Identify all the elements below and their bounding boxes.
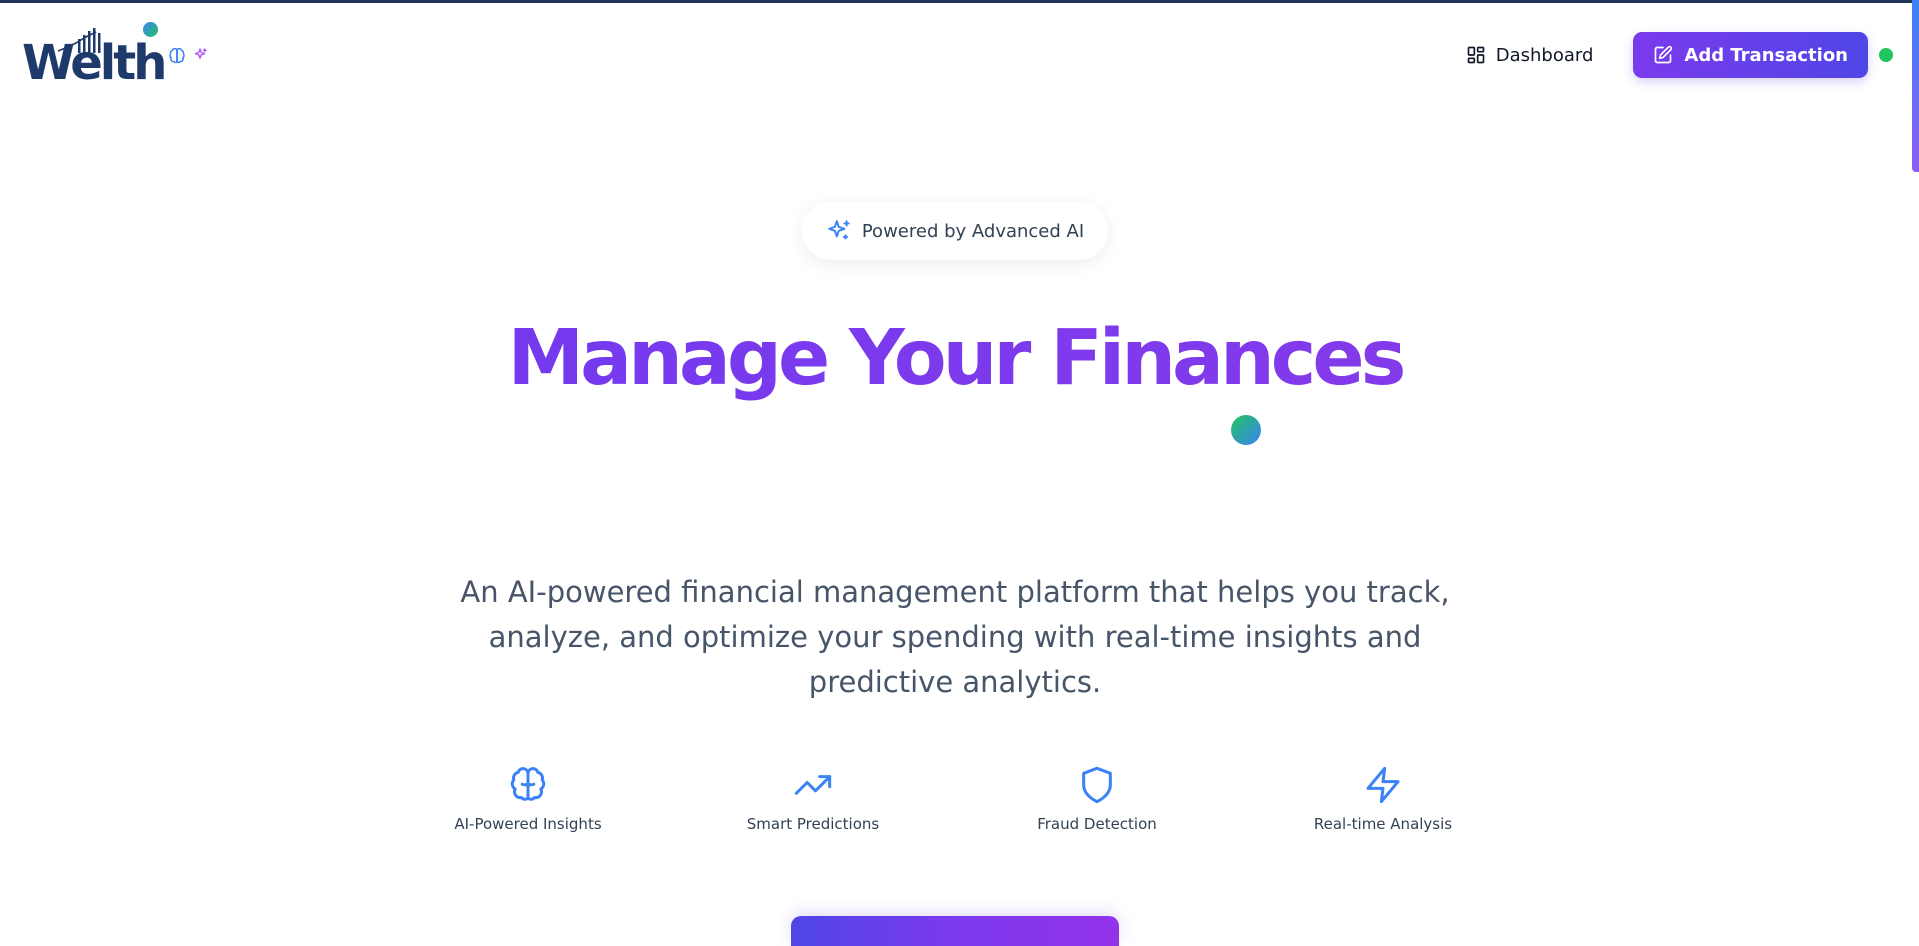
add-transaction-label: Add Transaction <box>1684 44 1848 66</box>
add-transaction-button[interactable]: Add Transaction <box>1633 32 1868 78</box>
sparkle-icon <box>194 48 207 59</box>
feature-fraud-detection: Fraud Detection <box>987 765 1207 833</box>
feature-ai-insights: AI-Powered Insights <box>418 765 638 833</box>
brain-icon <box>510 767 546 801</box>
feature-realtime-analysis: Real-time Analysis <box>1273 765 1493 833</box>
sparkles-icon <box>828 220 850 240</box>
layout-grid-icon <box>1467 46 1485 64</box>
online-status-dot <box>1879 48 1893 62</box>
feature-smart-predictions: Smart Predictions <box>703 765 923 833</box>
feature-label: Smart Predictions <box>746 815 880 833</box>
logo-badges <box>168 47 208 67</box>
site-header: Welth Dashboard Add Transaction <box>0 3 1919 103</box>
ai-badge-label: Powered by Advanced AI <box>861 220 1085 242</box>
zap-icon <box>1366 766 1400 804</box>
feature-label: Fraud Detection <box>1037 815 1157 833</box>
shield-icon <box>1082 766 1112 804</box>
hero-title: Manage Your Finances <box>0 304 1910 414</box>
logo-text: Welth <box>22 35 167 91</box>
feature-label: Real-time Analysis <box>1313 815 1453 833</box>
feature-list: AI-Powered Insights Smart Predictions Fr… <box>0 765 1919 845</box>
ai-badge: Powered by Advanced AI <box>802 202 1108 260</box>
main-nav: Dashboard Add Transaction <box>1466 32 1893 78</box>
get-started-button[interactable] <box>791 916 1119 946</box>
feature-label: AI-Powered Insights <box>454 815 602 833</box>
logo-accent-dot <box>143 22 158 37</box>
hero-orb <box>1231 415 1261 445</box>
pen-square-icon <box>1655 45 1673 64</box>
trending-up-icon <box>794 775 832 795</box>
hero-description: An AI-powered financial management platf… <box>460 575 1450 699</box>
brain-icon <box>169 47 185 64</box>
dashboard-link[interactable]: Dashboard <box>1466 44 1594 66</box>
logo[interactable]: Welth <box>22 25 167 87</box>
dashboard-label: Dashboard <box>1495 44 1594 66</box>
